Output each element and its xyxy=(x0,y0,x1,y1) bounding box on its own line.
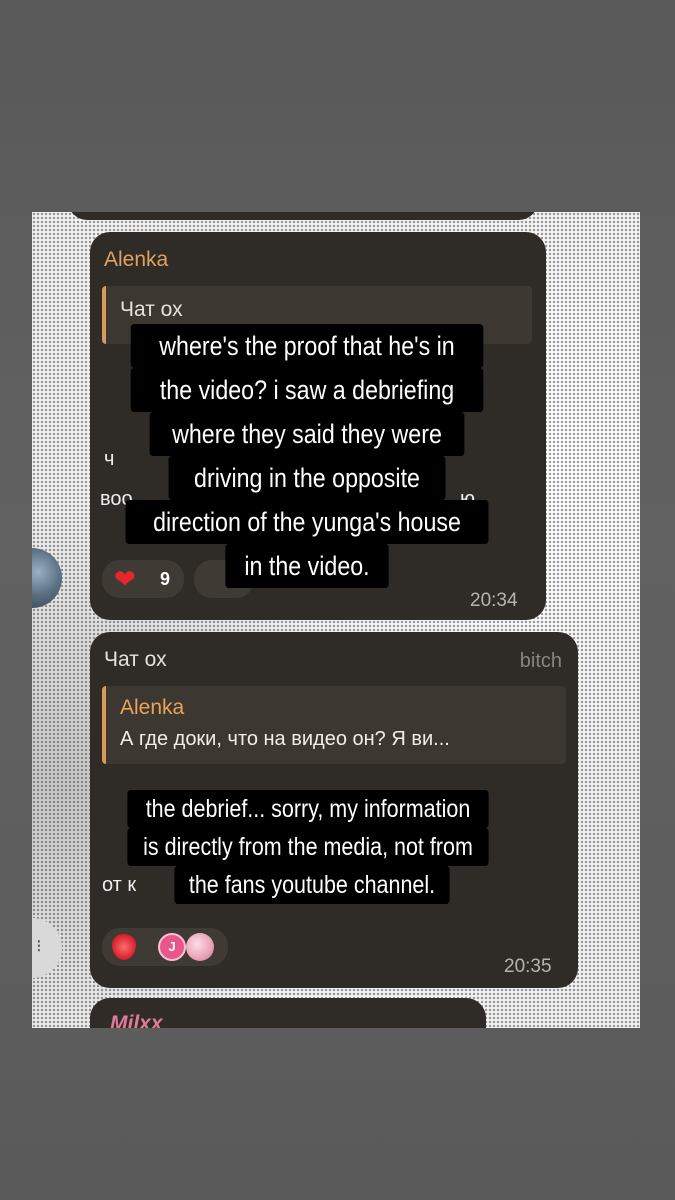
caption-line: is directly from the media, not from xyxy=(127,828,489,866)
reactor-avatar-j: J xyxy=(158,933,186,961)
heart-icon: ❤ xyxy=(114,564,136,594)
reaction-group[interactable]: J xyxy=(102,928,228,966)
message-sender[interactable]: Чат ох xyxy=(104,648,167,672)
message-time: 20:34 xyxy=(470,590,518,611)
message-sender[interactable]: Milxx xyxy=(110,1012,163,1028)
reactor-avatar xyxy=(186,933,214,961)
avatar[interactable] xyxy=(32,548,62,608)
sender-tag: bitch xyxy=(519,650,562,672)
caption-line: the video? i saw a debriefing xyxy=(130,368,484,412)
reaction-heart[interactable]: ❤ 9 xyxy=(102,560,184,598)
quote-text: А где доки, что на видео он? Я ви... xyxy=(120,728,450,750)
reply-quote[interactable]: Alenka А где доки, что на видео он? Я ви… xyxy=(102,686,566,764)
placeholder-icon: ⁝ xyxy=(36,936,42,956)
message-bubble-milxx[interactable]: Milxx xyxy=(90,998,486,1028)
caption-line: direction of the yunga's house xyxy=(125,500,489,544)
caption-line: where's the proof that he's in xyxy=(130,324,484,368)
caption-line: the debrief... sorry, my information xyxy=(127,790,489,828)
message-text-fragment: ч xyxy=(104,448,115,470)
previous-message-bubble[interactable] xyxy=(68,212,538,220)
chat-screenshot: Alenka Чат ох ч воо ю ❤ 9 20:34 ⁝ Чат ох… xyxy=(32,212,640,1028)
caption-line: in the video. xyxy=(225,544,389,588)
strawberry-icon xyxy=(112,934,136,960)
avatar[interactable]: ⁝ xyxy=(32,918,62,978)
caption-line: driving in the opposite xyxy=(168,456,446,500)
caption-line: where they said they were xyxy=(149,412,465,456)
reaction-count: 9 xyxy=(160,569,171,589)
message-sender[interactable]: Alenka xyxy=(104,248,168,272)
message-time: 20:35 xyxy=(504,956,552,977)
caption-line: the fans youtube channel. xyxy=(174,866,450,904)
message-text-fragment: от к xyxy=(102,874,137,896)
quote-sender: Чат ох xyxy=(120,298,183,321)
quote-sender: Alenka xyxy=(120,696,185,719)
